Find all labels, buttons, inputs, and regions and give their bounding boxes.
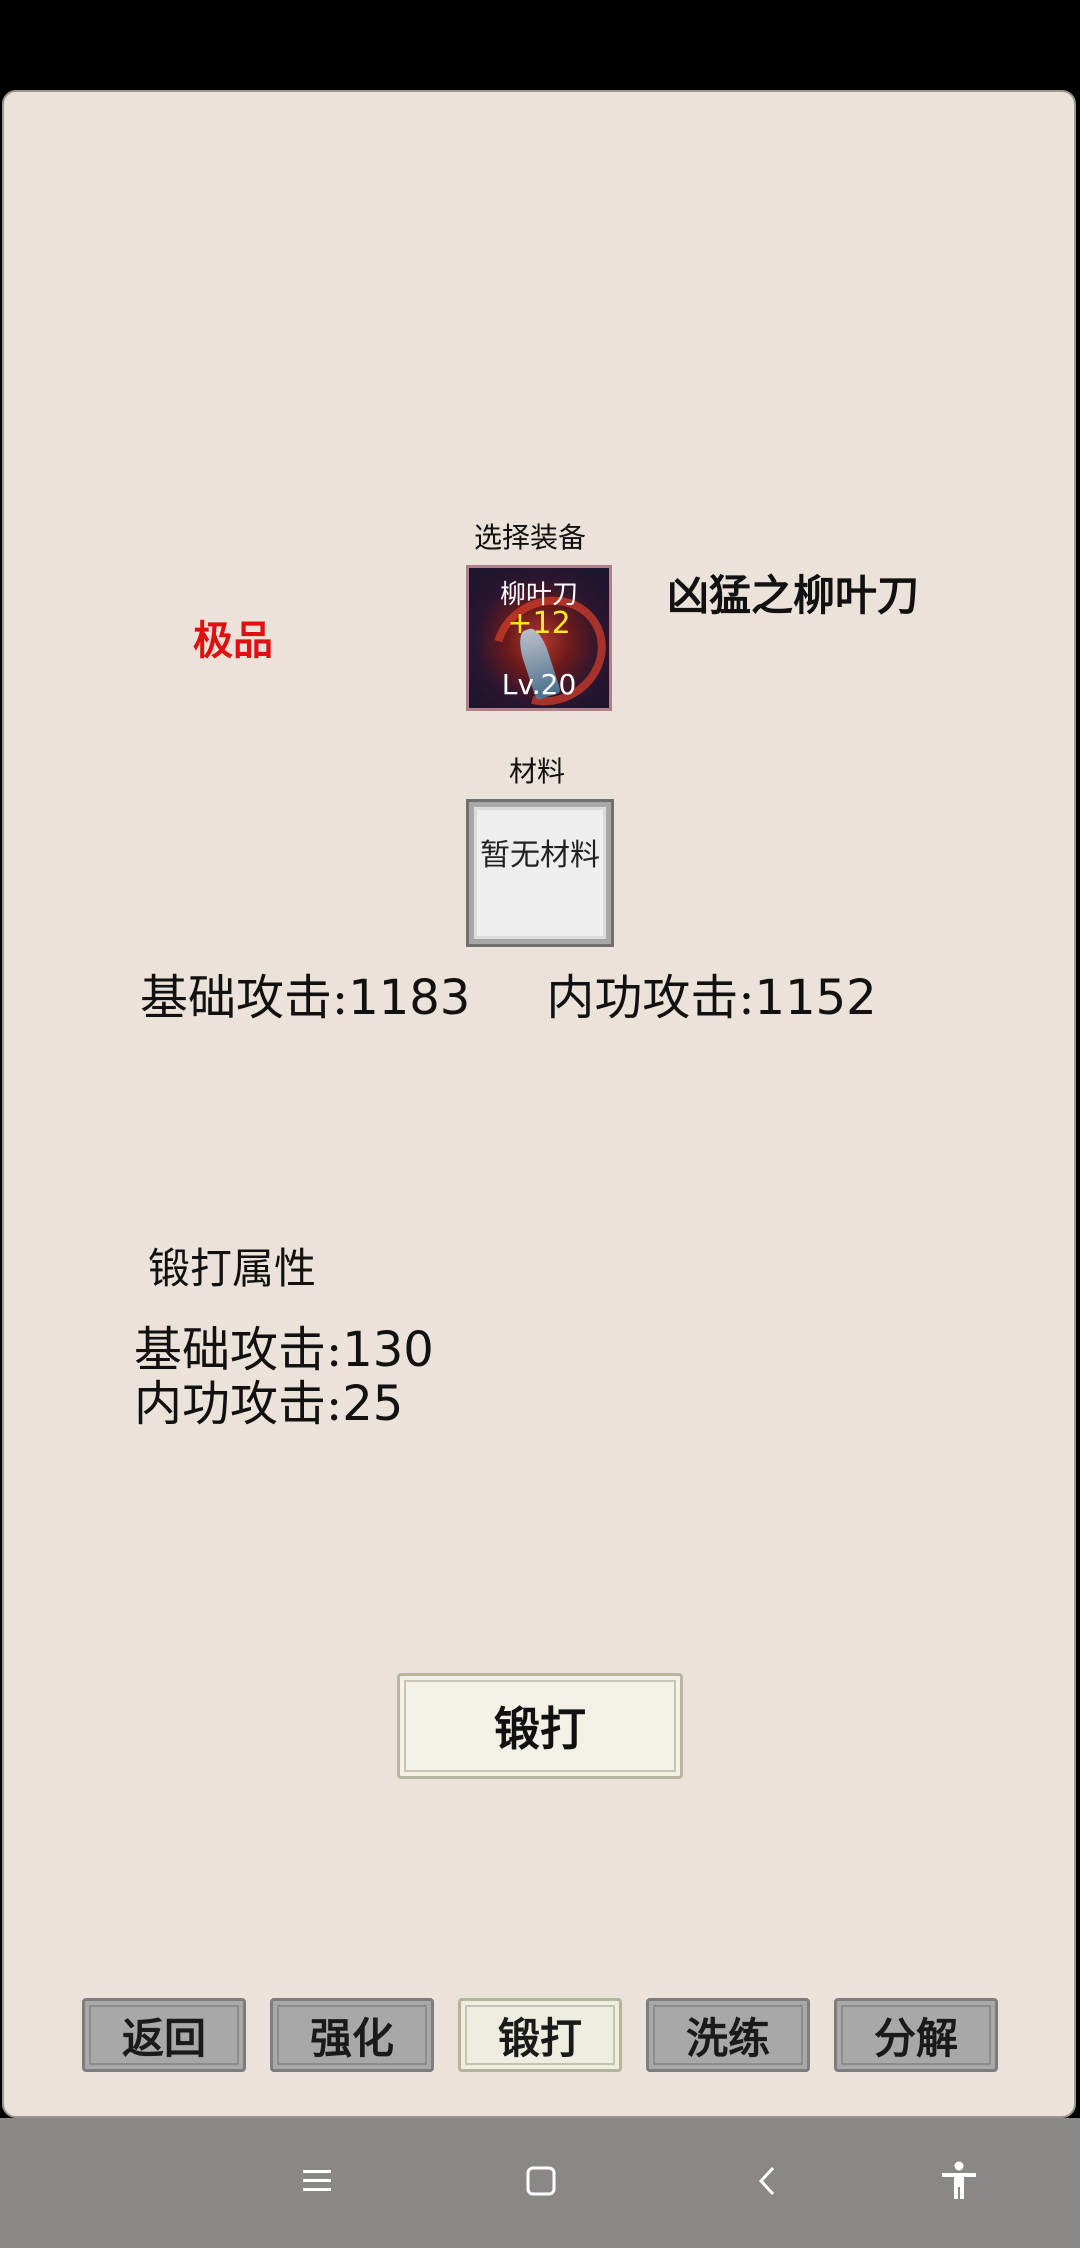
forge-inner-attack-label: 内功攻击: xyxy=(134,1376,343,1432)
tab-enhance[interactable]: 强化 xyxy=(270,1998,434,2072)
current-stats: 基础攻击:1183 内功攻击:1152 xyxy=(140,958,877,1028)
forge-panel xyxy=(2,90,1076,2118)
material-label: 材料 xyxy=(509,755,566,788)
menu-icon[interactable] xyxy=(282,2146,352,2216)
equipment-level: Lv.20 xyxy=(501,668,577,701)
item-grade-label: 极品 xyxy=(193,617,273,664)
inner-attack-value: 1152 xyxy=(754,970,877,1026)
material-slot[interactable]: 暂无材料 xyxy=(466,799,614,947)
inner-attack-label: 内功攻击: xyxy=(546,970,755,1026)
select-equipment-label: 选择装备 xyxy=(474,521,587,554)
bottom-tab-bar: 返回 强化 锻打 洗练 分解 xyxy=(82,1998,998,2072)
accessibility-icon[interactable] xyxy=(924,2146,994,2216)
forge-button[interactable]: 锻打 xyxy=(397,1673,683,1779)
tab-decompose[interactable]: 分解 xyxy=(834,1998,998,2072)
forge-inner-attack: 内功攻击:25 xyxy=(134,1364,403,1434)
tab-forge[interactable]: 锻打 xyxy=(458,1998,622,2072)
base-attack-label: 基础攻击: xyxy=(140,970,349,1026)
equipment-slot[interactable]: 柳叶刀 +12 Lv.20 xyxy=(466,565,612,711)
forge-inner-attack-value: 25 xyxy=(342,1376,404,1432)
tab-refine[interactable]: 洗练 xyxy=(646,1998,810,2072)
tab-back[interactable]: 返回 xyxy=(82,1998,246,2072)
back-icon[interactable] xyxy=(732,2146,802,2216)
material-empty-text: 暂无材料 xyxy=(480,838,600,873)
system-navigation-bar xyxy=(0,2118,1080,2248)
status-bar xyxy=(0,0,1080,90)
forge-attributes-title: 锻打属性 xyxy=(148,1244,317,1293)
item-name: 凶猛之柳叶刀 xyxy=(667,571,920,620)
home-icon[interactable] xyxy=(506,2146,576,2216)
base-attack-value: 1183 xyxy=(348,970,471,1026)
equipment-enhance-level: +12 xyxy=(507,606,571,641)
